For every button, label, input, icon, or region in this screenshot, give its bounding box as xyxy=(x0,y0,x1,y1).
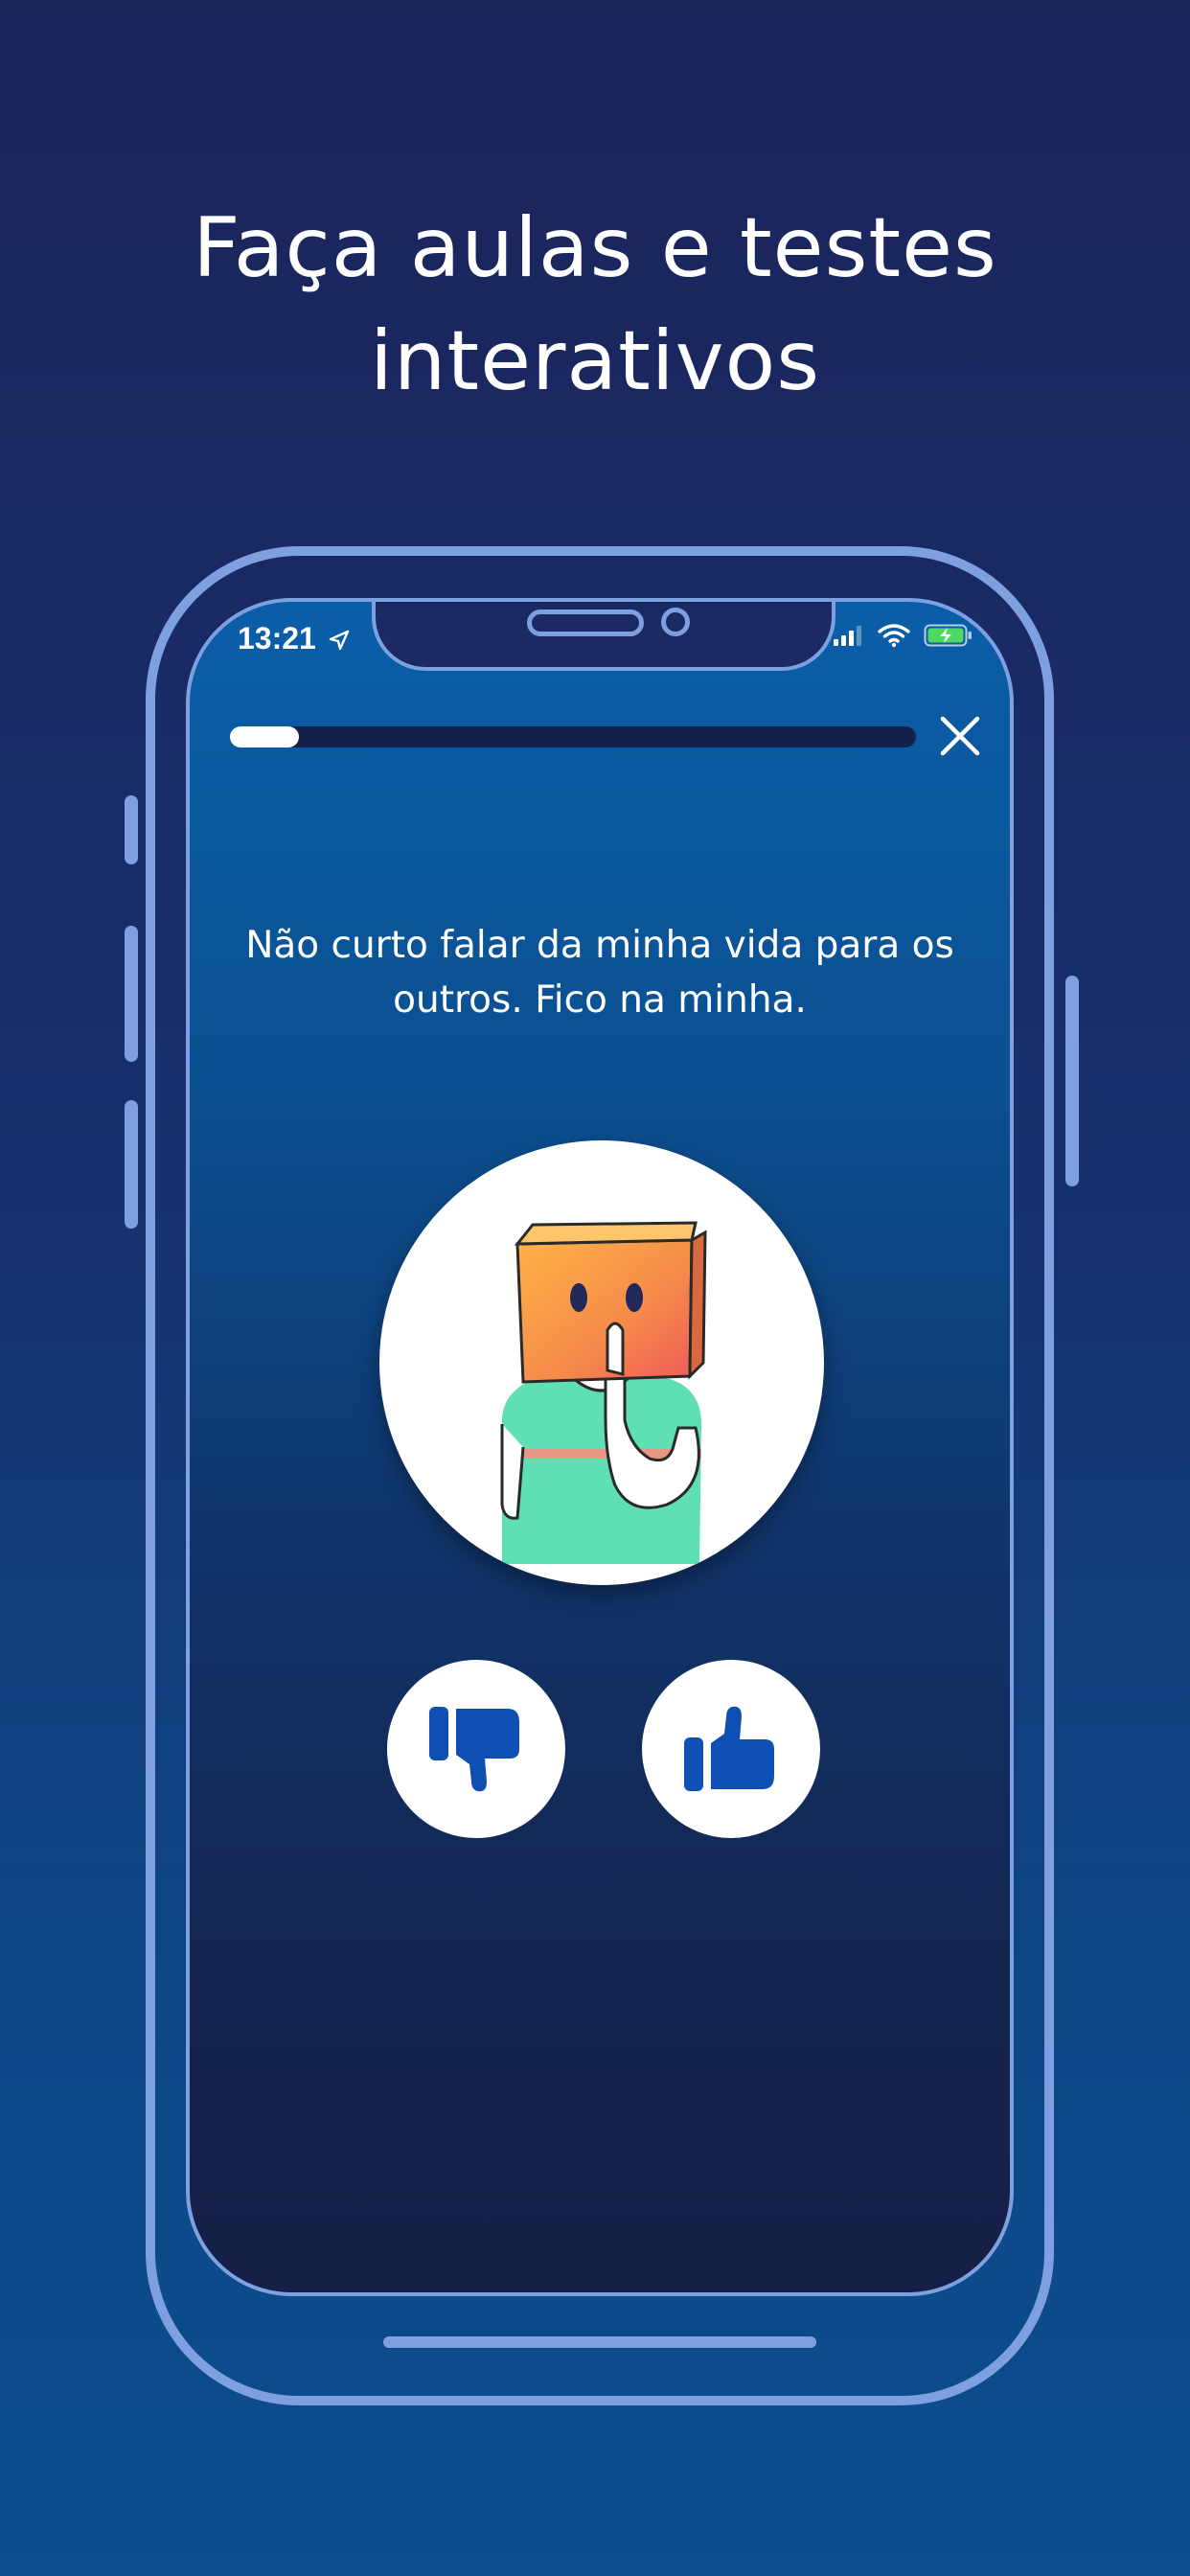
headline-line-2: interativos xyxy=(369,313,821,409)
side-button-power xyxy=(1065,976,1079,1186)
speaker-grille xyxy=(527,610,644,636)
signal-icon xyxy=(834,626,861,646)
side-button-volume-down xyxy=(125,1100,138,1229)
headline: Faça aulas e testes interativos xyxy=(0,192,1190,418)
status-icons xyxy=(832,623,973,648)
close-button[interactable] xyxy=(933,709,987,763)
side-button-mute xyxy=(125,795,138,864)
status-time: 13:21 xyxy=(238,621,350,656)
home-indicator xyxy=(383,2336,816,2348)
dislike-button[interactable] xyxy=(387,1660,565,1838)
battery-charging-icon xyxy=(924,624,972,647)
thumbs-down-icon xyxy=(429,1707,519,1792)
lesson-progress-bar xyxy=(230,726,916,748)
phone-screen: 13:21 Não curto falar da minha vida para… xyxy=(186,598,1014,2296)
side-button-volume-up xyxy=(125,926,138,1062)
status-time-text: 13:21 xyxy=(238,621,316,656)
close-icon xyxy=(940,716,980,756)
question-text: Não curto falar da minha vida para os ou… xyxy=(245,924,954,1022)
thumbs-up-icon xyxy=(684,1706,774,1791)
notch xyxy=(372,602,835,671)
question-illustration xyxy=(379,1140,824,1585)
person-with-box-head-illustration xyxy=(500,1221,707,1564)
location-arrow-icon xyxy=(329,630,349,651)
headline-line-1: Faça aulas e testes xyxy=(193,200,997,296)
like-button[interactable] xyxy=(642,1660,820,1838)
lesson-progress-fill xyxy=(230,726,299,748)
front-camera xyxy=(661,608,690,636)
wifi-icon xyxy=(878,624,910,648)
